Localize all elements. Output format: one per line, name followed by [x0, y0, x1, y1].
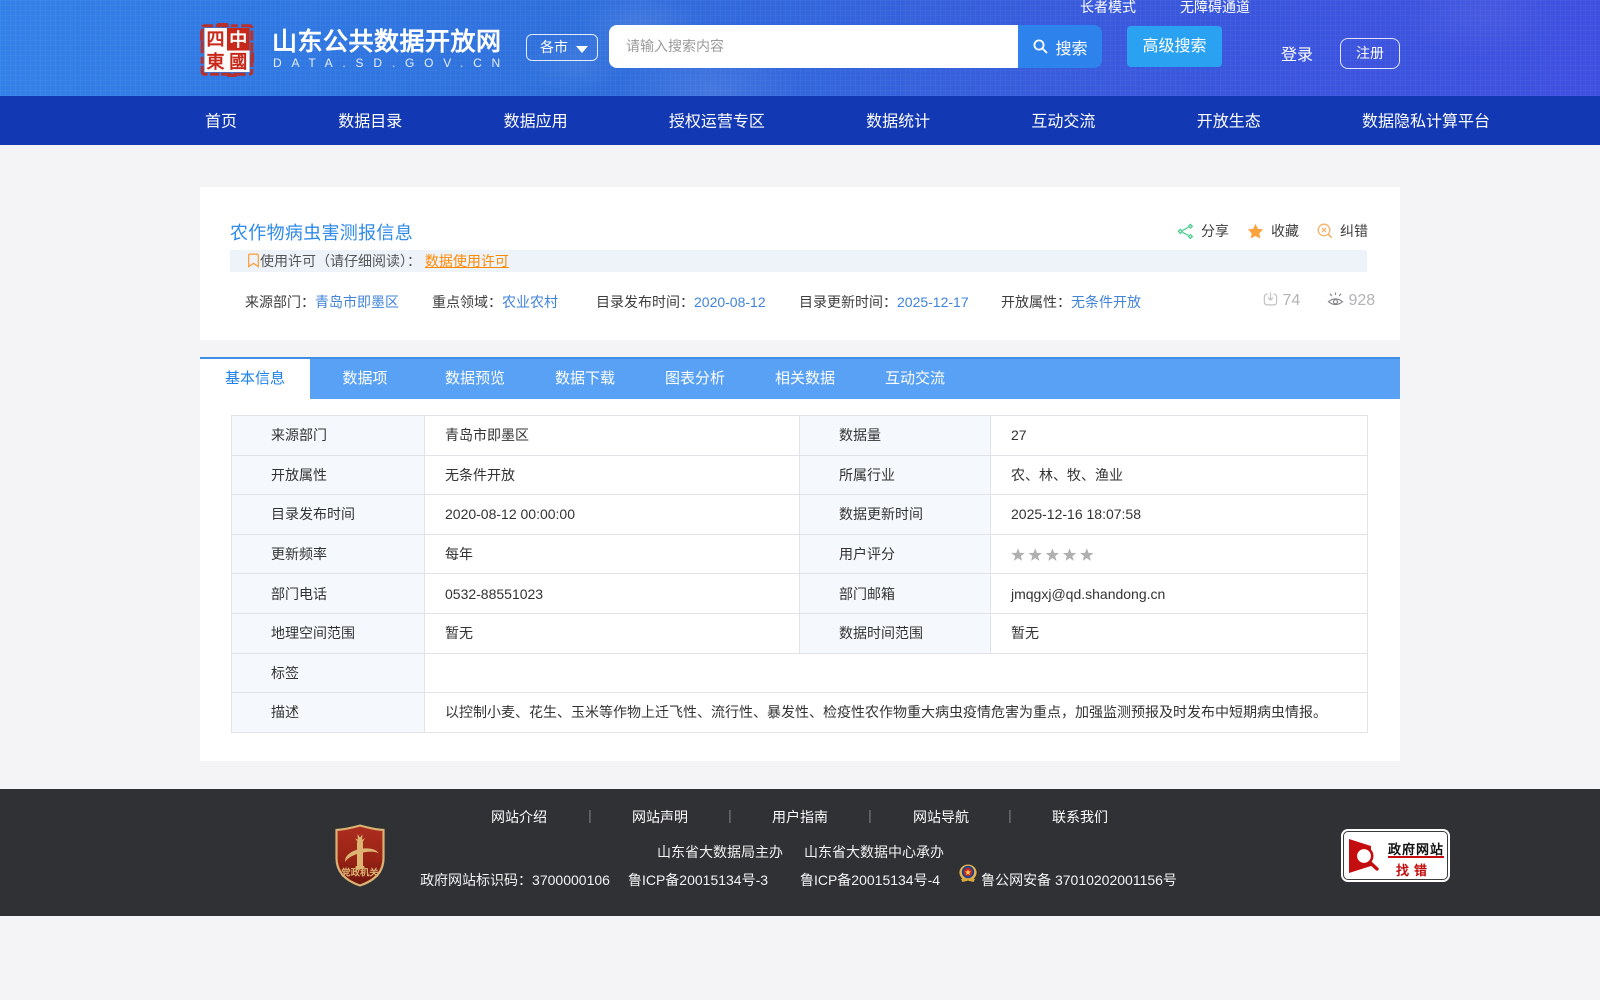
svg-text:國: 國	[229, 52, 247, 72]
svg-text:中: 中	[229, 29, 247, 50]
svg-text:党政机关: 党政机关	[341, 867, 379, 878]
svg-text:東: 東	[207, 51, 225, 72]
svg-text:四: 四	[207, 30, 225, 50]
